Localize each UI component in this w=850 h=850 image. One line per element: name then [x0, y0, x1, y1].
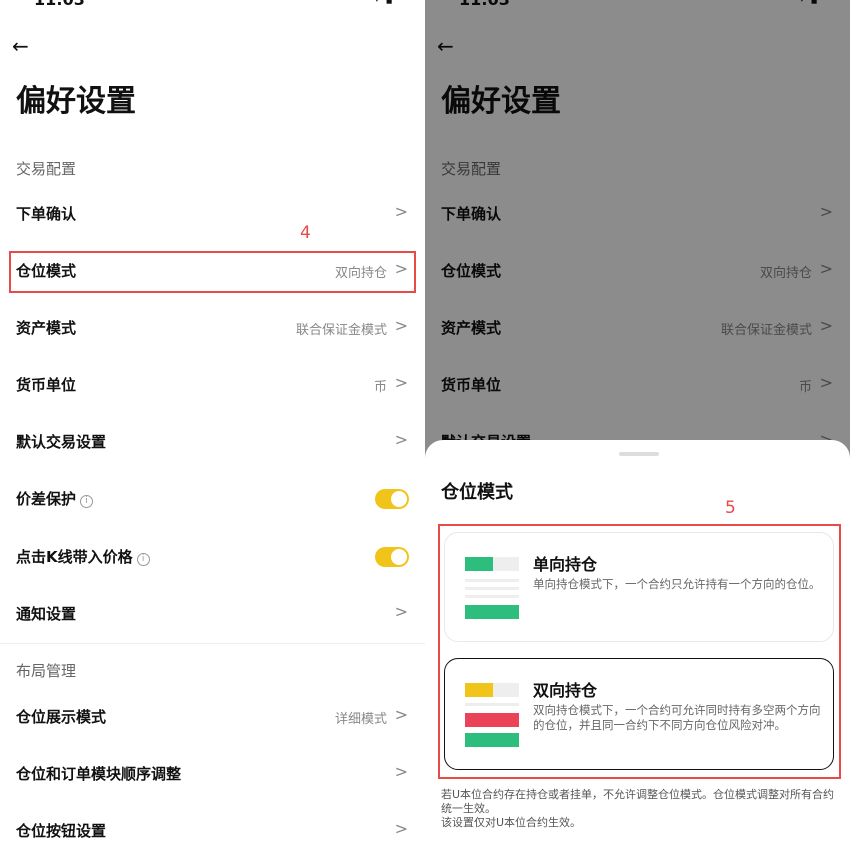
kline-price-toggle[interactable] — [375, 547, 409, 567]
row-default-trade[interactable]: 默认交易设置 > — [0, 419, 425, 465]
annotation-number: 4 — [300, 223, 311, 243]
row-label: 通知设置 — [16, 605, 77, 623]
row-asset-mode[interactable]: 资产模式 联合保证金模式 > — [0, 305, 425, 351]
annotation-highlight-box — [438, 524, 841, 779]
sheet-title: 仓位模式 — [441, 482, 513, 503]
toggle-knob — [391, 549, 407, 565]
chevron-right-icon: > — [394, 602, 408, 621]
row-currency-unit[interactable]: 货币单位 币 > — [0, 362, 425, 408]
row-module-order[interactable]: 仓位和订单模块顺序调整 > — [0, 751, 425, 797]
row-label: 价差保护 i — [16, 488, 94, 509]
footnote-line: 该设置仅对U本位合约生效。 — [441, 816, 582, 829]
status-time: 11:03 — [34, 0, 85, 9]
annotation-highlight-box — [9, 251, 416, 293]
chevron-right-icon: > — [394, 202, 408, 221]
sheet-drag-handle[interactable] — [619, 452, 659, 456]
chevron-right-icon: > — [394, 705, 408, 724]
row-value: 详细模式 — [334, 712, 387, 727]
spread-protection-toggle[interactable] — [375, 489, 409, 509]
row-label: 下单确认 — [16, 205, 77, 223]
preferences-screen: 11:03 •••• ▾ ▮ ← 偏好设置 交易配置 下单确认 > 仓位模式 双… — [0, 0, 425, 850]
status-bar: 11:03 •••• ▾ ▮ — [0, 0, 425, 9]
back-arrow-icon[interactable]: ← — [12, 34, 29, 58]
status-icons: •••• ▾ ▮ — [333, 0, 393, 6]
row-position-buttons[interactable]: 仓位按钮设置 > — [0, 808, 425, 850]
row-position-display[interactable]: 仓位展示模式 详细模式 > — [0, 694, 425, 740]
toggle-knob — [391, 491, 407, 507]
row-label: 仓位展示模式 — [16, 708, 107, 726]
chevron-right-icon: > — [394, 762, 408, 781]
chevron-right-icon: > — [394, 430, 408, 449]
row-label: 默认交易设置 — [16, 433, 107, 451]
row-kline-price: 点击K线带入价格 i — [0, 534, 425, 580]
row-label: 资产模式 — [16, 319, 77, 337]
info-icon[interactable]: i — [136, 553, 150, 566]
page-title: 偏好设置 — [16, 84, 136, 119]
chevron-right-icon: > — [394, 316, 408, 335]
row-notify-settings[interactable]: 通知设置 > — [0, 591, 425, 637]
position-mode-bottom-sheet: 仓位模式 单向持仓 单向持仓模式下，一个合约只允许持有一个方向的仓位。 双向持仓… — [425, 440, 850, 850]
row-order-confirm[interactable]: 下单确认 > — [0, 191, 425, 237]
row-label: 点击K线带入价格 i — [16, 546, 150, 567]
info-icon[interactable]: i — [80, 495, 94, 508]
row-spread-protection: 价差保护 i — [0, 476, 425, 522]
chevron-right-icon: > — [394, 373, 408, 392]
position-mode-sheet-screen: 11:03 •••• ▾ ▮ ← 偏好设置 交易配置 下单确认 > 仓位模式 双… — [425, 0, 850, 850]
row-label: 仓位按钮设置 — [16, 822, 107, 840]
row-value: 联合保证金模式 — [295, 323, 387, 338]
annotation-number: 5 — [725, 498, 736, 518]
sheet-footnote: 若U本位合约存在持仓或者挂单，不允许调整仓位模式。仓位模式调整对所有合约统一生效… — [441, 788, 841, 830]
row-label: 仓位和订单模块顺序调整 — [16, 765, 182, 783]
section-layout: 布局管理 — [16, 662, 77, 680]
chevron-right-icon: > — [394, 819, 408, 838]
row-value: 币 — [373, 380, 387, 395]
section-divider — [0, 643, 425, 644]
footnote-line: 若U本位合约存在持仓或者挂单，不允许调整仓位模式。仓位模式调整对所有合约统一生效… — [441, 788, 835, 815]
section-trade-config: 交易配置 — [16, 160, 77, 178]
row-label: 货币单位 — [16, 376, 77, 394]
